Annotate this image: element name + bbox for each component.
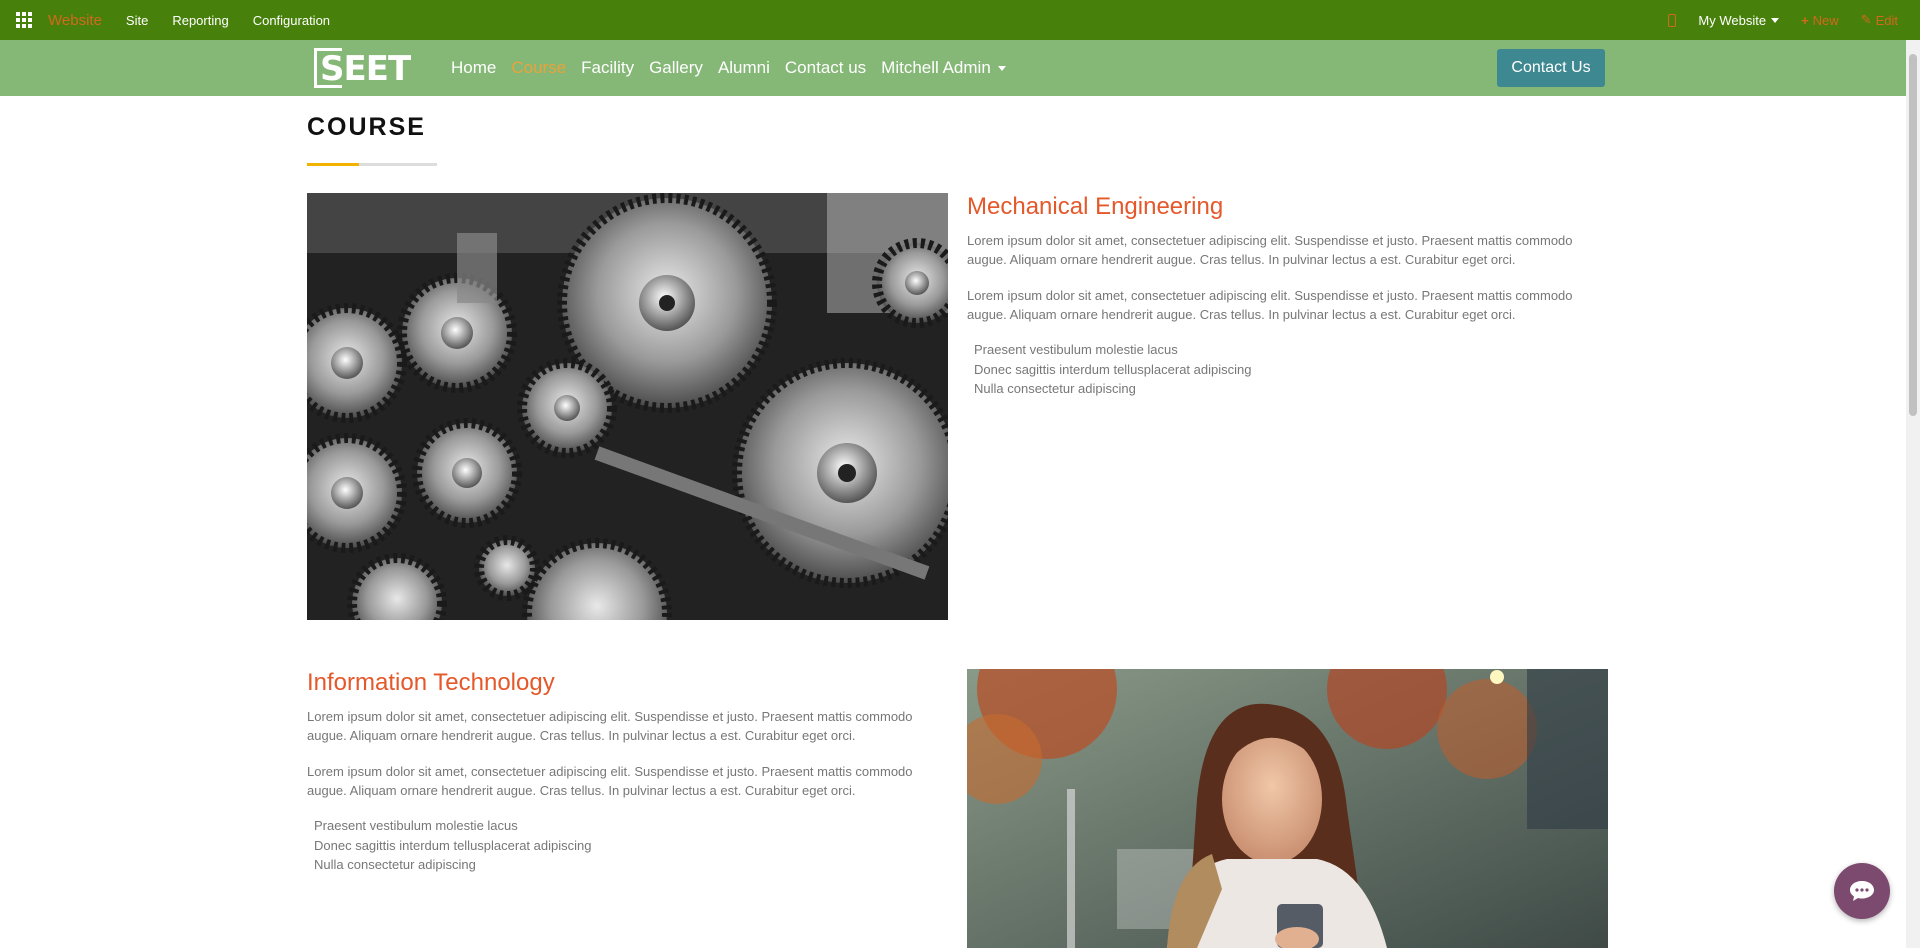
- list-item: Nulla consectetur adipiscing: [314, 857, 476, 872]
- nav-facility[interactable]: Facility: [581, 58, 634, 78]
- menu-configuration[interactable]: Configuration: [253, 13, 330, 28]
- course-feature-list: Praesent vestibulum molestie lacus Donec…: [314, 816, 591, 875]
- odoo-top-bar: Website Site Reporting Configuration My …: [0, 0, 1920, 40]
- logo-text: SEET: [320, 49, 411, 89]
- course-desc-1: Lorem ipsum dolor sit amet, consectetuer…: [307, 709, 913, 743]
- list-item: Praesent vestibulum molestie lacus: [974, 342, 1178, 357]
- chevron-down-icon: [997, 66, 1006, 72]
- nav-gallery[interactable]: Gallery: [649, 58, 703, 78]
- nav-links: Home Course Facility Gallery Alumni Cont…: [451, 40, 1021, 96]
- nav-alumni[interactable]: Alumni: [718, 58, 770, 78]
- list-item: Nulla consectetur adipiscing: [974, 381, 1136, 396]
- website-selector[interactable]: My Website: [1698, 12, 1780, 28]
- site-logo[interactable]: SEET: [314, 46, 426, 90]
- list-item: Praesent vestibulum molestie lacus: [314, 818, 518, 833]
- course-feature-list: Praesent vestibulum molestie lacus Donec…: [974, 340, 1251, 399]
- nav-home[interactable]: Home: [451, 58, 496, 78]
- nav-user-menu[interactable]: Mitchell Admin: [881, 58, 1006, 78]
- nav-course[interactable]: Course: [511, 58, 566, 78]
- menu-site[interactable]: Site: [126, 13, 148, 28]
- page-title: COURSE: [307, 113, 426, 141]
- contact-us-button[interactable]: Contact Us: [1497, 49, 1605, 87]
- list-item: Donec sagittis interdum tellusplacerat a…: [314, 837, 592, 853]
- chevron-down-icon: [1771, 17, 1780, 23]
- gears-photo: [307, 193, 948, 620]
- new-button[interactable]: + New: [1801, 13, 1839, 28]
- app-name[interactable]: Website: [48, 12, 102, 29]
- girl-phone-photo: [967, 669, 1608, 948]
- menu-reporting[interactable]: Reporting: [172, 13, 228, 28]
- page-scrollbar[interactable]: [1906, 40, 1920, 948]
- scrollbar-thumb[interactable]: [1909, 54, 1917, 416]
- course-desc-2: Lorem ipsum dolor sit amet, consectetuer…: [307, 764, 913, 798]
- edit-button[interactable]: ✎ Edit: [1861, 12, 1898, 28]
- course-desc-1: Lorem ipsum dolor sit amet, consectetuer…: [967, 233, 1573, 267]
- website-selector-label: My Website: [1698, 12, 1767, 28]
- pencil-icon: ✎: [1860, 12, 1872, 27]
- chat-bubble-icon: [1850, 881, 1874, 901]
- mobile-preview-icon[interactable]: [1668, 13, 1677, 27]
- list-item: Donec sagittis interdum tellusplacerat a…: [974, 361, 1252, 377]
- course-desc-2: Lorem ipsum dolor sit amet, consectetuer…: [967, 288, 1573, 322]
- new-label: New: [1812, 12, 1839, 28]
- user-name: Mitchell Admin: [881, 58, 991, 77]
- course-title-mechanical: Mechanical Engineering: [967, 193, 1224, 220]
- live-chat-button[interactable]: [1834, 863, 1890, 919]
- course-title-it: Information Technology: [307, 669, 555, 696]
- edit-label: Edit: [1875, 12, 1898, 28]
- apps-grid-icon[interactable]: [0, 0, 48, 40]
- plus-icon: +: [1801, 12, 1809, 28]
- website-navbar: SEET Home Course Facility Gallery Alumni…: [0, 40, 1906, 96]
- nav-contact-us[interactable]: Contact us: [785, 58, 866, 78]
- title-underline-accent: [307, 163, 359, 166]
